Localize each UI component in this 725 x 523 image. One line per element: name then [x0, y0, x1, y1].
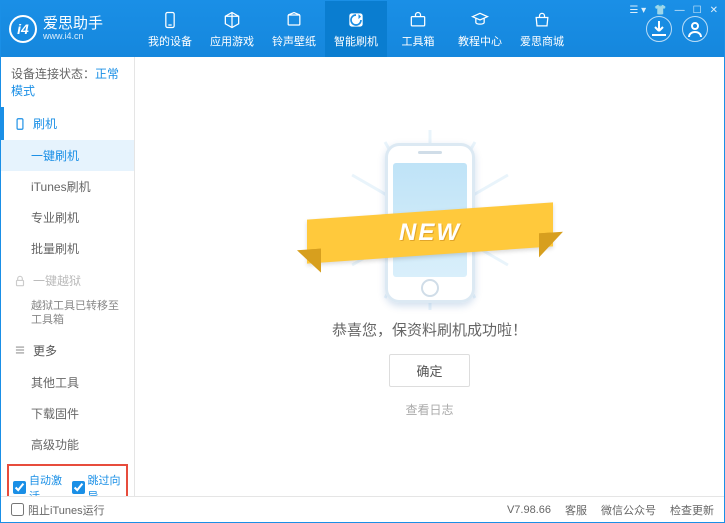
flash-icon	[346, 10, 366, 30]
app-window: ☰ ▾ 👕 — ☐ ✕ i4 爱思助手 www.i4.cn 我的设备 应用游戏 …	[0, 0, 725, 523]
nav-tutorial[interactable]: 教程中心	[449, 1, 511, 57]
manage-icon[interactable]: ☰ ▾	[629, 5, 646, 16]
nav-ringtone[interactable]: 铃声壁纸	[263, 1, 325, 57]
nav-flash[interactable]: 智能刷机	[325, 1, 387, 57]
sidebar: 设备连接状态：正常模式 刷机 一键刷机 iTunes刷机 专业刷机 批量刷机 一…	[1, 57, 135, 496]
sidebar-item-other-tools[interactable]: 其他工具	[1, 367, 134, 398]
sidebar-item-download-fw[interactable]: 下载固件	[1, 398, 134, 429]
checkbox-block-itunes[interactable]: 阻止iTunes运行	[11, 502, 105, 518]
skin-icon[interactable]: 👕	[654, 5, 666, 16]
top-nav: 我的设备 应用游戏 铃声壁纸 智能刷机 工具箱 教程中心 爱思商城	[139, 1, 646, 57]
tutorial-icon	[470, 10, 490, 30]
sidebar-item-advanced[interactable]: 高级功能	[1, 429, 134, 460]
view-log-link[interactable]: 查看日志	[405, 401, 453, 418]
sidebar-checkboxes: 自动激活 跳过向导	[7, 464, 128, 496]
sidebar-section-flash[interactable]: 刷机	[1, 107, 134, 140]
user-button[interactable]	[682, 16, 708, 42]
store-icon	[532, 10, 552, 30]
connection-status: 设备连接状态：正常模式	[1, 57, 134, 107]
update-link[interactable]: 检查更新	[670, 502, 714, 518]
sidebar-section-more[interactable]: 更多	[1, 334, 134, 367]
wechat-link[interactable]: 微信公众号	[601, 502, 656, 518]
nav-toolbox[interactable]: 工具箱	[387, 1, 449, 57]
main-content: NEW 恭喜您，保资料刷机成功啦！ 确定 查看日志	[135, 57, 724, 496]
phone-icon	[13, 117, 27, 131]
jailbreak-note: 越狱工具已转移至工具箱	[1, 297, 134, 334]
sidebar-item-batch-flash[interactable]: 批量刷机	[1, 233, 134, 264]
menu-icon	[13, 343, 27, 357]
maximize-icon[interactable]: ☐	[693, 5, 702, 16]
ringtone-icon	[284, 10, 304, 30]
service-link[interactable]: 客服	[565, 502, 587, 518]
device-icon	[160, 10, 180, 30]
close-icon[interactable]: ✕	[710, 5, 718, 16]
body: 设备连接状态：正常模式 刷机 一键刷机 iTunes刷机 专业刷机 批量刷机 一…	[1, 57, 724, 496]
minimize-icon[interactable]: —	[675, 5, 685, 16]
sidebar-section-jailbreak: 一键越狱	[1, 264, 134, 297]
status-bar: 阻止iTunes运行 V7.98.66 客服 微信公众号 检查更新	[1, 496, 724, 522]
window-controls: ☰ ▾ 👕 — ☐ ✕	[629, 5, 718, 16]
app-logo: i4 爱思助手 www.i4.cn	[9, 15, 139, 43]
sidebar-item-oneclick-flash[interactable]: 一键刷机	[1, 140, 134, 171]
title-right	[646, 16, 716, 42]
lock-icon	[13, 274, 27, 288]
toolbox-icon	[408, 10, 428, 30]
app-url: www.i4.cn	[43, 32, 103, 42]
apps-icon	[222, 10, 242, 30]
nav-store[interactable]: 爱思商城	[511, 1, 573, 57]
success-illustration: NEW	[335, 135, 525, 305]
version-label: V7.98.66	[507, 504, 551, 516]
confirm-button[interactable]: 确定	[389, 354, 469, 387]
checkbox-skip-guide[interactable]: 跳过向导	[72, 472, 123, 496]
download-button[interactable]	[646, 16, 672, 42]
nav-my-device[interactable]: 我的设备	[139, 1, 201, 57]
title-bar: ☰ ▾ 👕 — ☐ ✕ i4 爱思助手 www.i4.cn 我的设备 应用游戏 …	[1, 1, 724, 57]
app-title: 爱思助手	[43, 16, 103, 33]
sidebar-item-pro-flash[interactable]: 专业刷机	[1, 202, 134, 233]
nav-apps[interactable]: 应用游戏	[201, 1, 263, 57]
sidebar-item-itunes-flash[interactable]: iTunes刷机	[1, 171, 134, 202]
logo-icon: i4	[9, 15, 37, 43]
checkbox-auto-activate[interactable]: 自动激活	[13, 472, 64, 496]
